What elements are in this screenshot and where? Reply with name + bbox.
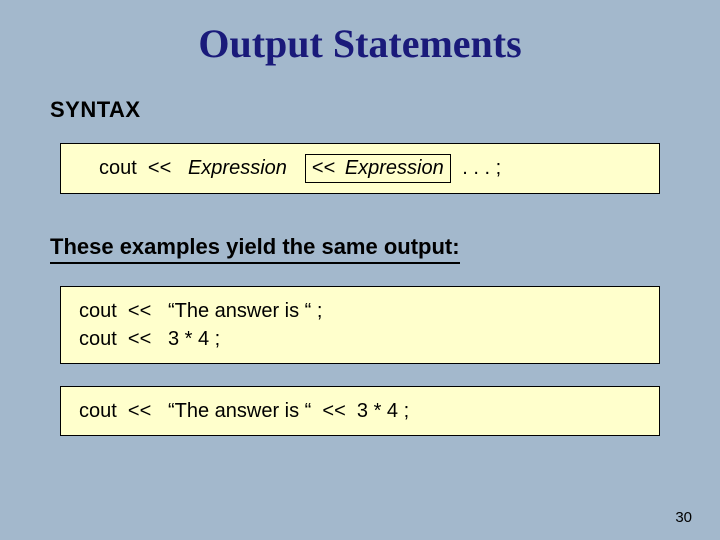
slide: Output Statements SYNTAX cout << Express… <box>0 0 720 540</box>
code-line: cout << “The answer is “ << 3 * 4 ; <box>79 397 641 425</box>
example-box-2: cout << “The answer is “ << 3 * 4 ; <box>60 386 660 436</box>
syntax-lead: cout << <box>99 157 188 180</box>
examples-heading: These examples yield the same output: <box>50 234 460 264</box>
syntax-tail: . . . ; <box>457 157 501 180</box>
example-box-1: cout << “The answer is “ ; cout << 3 * 4… <box>60 286 660 364</box>
syntax-box: cout << Expression << Expression . . . ; <box>60 143 660 194</box>
syntax-optional-group: << Expression <box>305 154 451 183</box>
syntax-label: SYNTAX <box>50 97 670 123</box>
code-line: cout << 3 * 4 ; <box>79 325 641 353</box>
page-number: 30 <box>675 509 692 526</box>
syntax-optional-expression: Expression <box>345 157 444 180</box>
syntax-optional-op: << <box>312 157 341 180</box>
slide-title: Output Statements <box>50 20 670 67</box>
syntax-expression: Expression <box>188 157 287 180</box>
code-line: cout << “The answer is “ ; <box>79 297 641 325</box>
